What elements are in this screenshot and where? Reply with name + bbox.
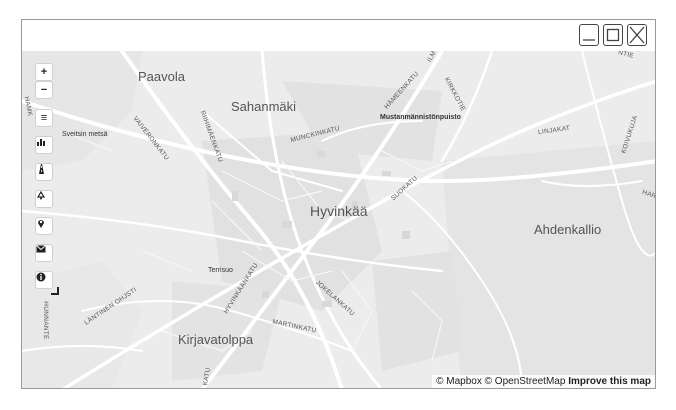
mapbox-attribution-link[interactable]: © Mapbox (436, 376, 482, 387)
place-label-terrisuo: Terrisuo (208, 267, 233, 274)
improve-map-link[interactable]: Improve this map (568, 376, 651, 387)
layers-list-button[interactable]: ≡ (35, 109, 53, 127)
recycle-icon (36, 191, 46, 200)
zoom-in-icon: + (40, 66, 48, 78)
map-window: + − ≡ Paavola Sahanmäki Hyvinkää Ahdenka… (21, 19, 656, 389)
minimize-icon (583, 39, 595, 41)
minimize-button[interactable] (579, 24, 599, 46)
chart-button[interactable] (35, 136, 53, 154)
map-canvas[interactable]: + − ≡ Paavola Sahanmäki Hyvinkää Ahdenka… (22, 51, 655, 388)
close-button[interactable] (627, 24, 647, 46)
place-label-paavola: Paavola (138, 69, 185, 84)
street-label-hunnante: HUNNANTE (41, 301, 49, 340)
map-attribution: © Mapbox © OpenStreetMap Improve this ma… (432, 375, 655, 388)
place-label-hyvinkaa: Hyvinkää (310, 203, 368, 219)
location-button[interactable] (35, 217, 53, 235)
window-titlebar (22, 20, 655, 52)
place-label-kirjavatolppa: Kirjavatolppa (178, 332, 254, 347)
resize-handle[interactable] (51, 287, 59, 295)
place-label-sahanmaki: Sahanmäki (231, 99, 297, 114)
zoom-out-icon: − (40, 84, 48, 96)
message-button[interactable] (35, 244, 53, 262)
road-button[interactable] (35, 163, 53, 181)
info-icon (36, 272, 46, 282)
close-icon (629, 26, 645, 44)
bar-chart-icon (37, 139, 45, 146)
zoom-out-button[interactable]: − (35, 81, 53, 99)
maximize-icon (606, 28, 620, 42)
envelope-icon (36, 245, 46, 253)
place-label-mustanmannistonpuisto: Mustanmännistönpuisto (380, 114, 461, 121)
zoom-in-button[interactable]: + (35, 63, 53, 81)
road-icon (39, 164, 44, 174)
list-icon: ≡ (40, 112, 48, 124)
place-label-ahdenkallio: Ahdenkallio (534, 222, 602, 237)
place-label-sveitsin-metsa: Sveitsin metsä (62, 131, 108, 138)
map-base-layer (22, 51, 655, 388)
maximize-button[interactable] (603, 24, 623, 46)
recycle-button[interactable] (35, 190, 53, 208)
map-pin-icon (38, 220, 44, 228)
osm-attribution-link[interactable]: © OpenStreetMap (485, 376, 566, 387)
